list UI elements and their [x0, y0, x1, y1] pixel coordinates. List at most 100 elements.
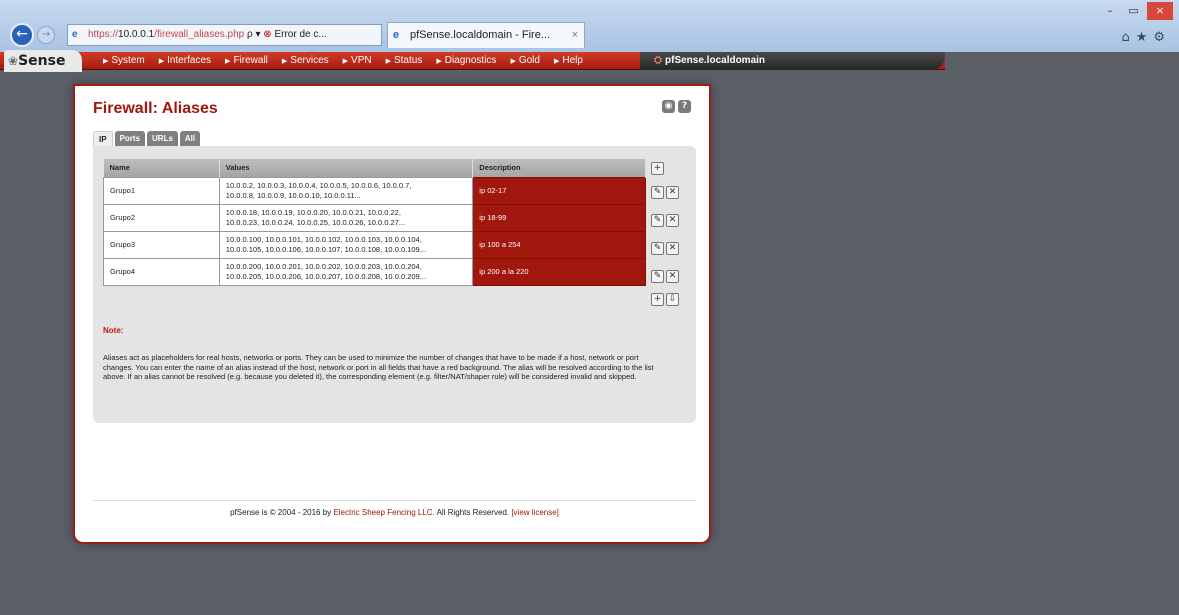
- table-header-row: Name Values Description: [103, 159, 646, 177]
- menu-arrow-icon: ▶: [342, 58, 349, 65]
- edit-icon[interactable]: ✎: [651, 214, 664, 227]
- footer: pfSense is © 2004 - 2016 by Electric She…: [93, 508, 696, 517]
- pfsense-menu: ▶ System ▶ Interfaces ▶ Firewall ▶ Services …: [96, 52, 590, 70]
- pfsense-logo[interactable]: ❀Sense: [4, 50, 82, 72]
- browser-toolbar: ← → e https://10.0.0.1/firewall_aliases.…: [0, 0, 1179, 52]
- alias-values: 10.0.0.18, 10.0.0.19, 10.0.0.20, 10.0.0.…: [218, 203, 474, 232]
- menu-vpn[interactable]: ▶ VPN: [336, 52, 379, 70]
- alias-values: 10.0.0.200, 10.0.0.201, 10.0.0.202, 10.0…: [218, 257, 474, 286]
- delete-icon[interactable]: ✕: [666, 186, 679, 199]
- address-controls[interactable]: ρ ▾: [247, 29, 261, 40]
- row-actions: ✎ ✕: [651, 242, 679, 255]
- table-row[interactable]: Grupo4 10.0.0.200, 10.0.0.201, 10.0.0.20…: [103, 257, 646, 286]
- tab-close-icon[interactable]: ×: [572, 23, 578, 47]
- delete-icon[interactable]: ✕: [666, 242, 679, 255]
- view-license-link[interactable]: [view license]: [511, 508, 559, 517]
- aliases-panel: Name Values Description Grupo1 10.0.0.2,…: [93, 146, 696, 423]
- tab-all[interactable]: All: [179, 131, 201, 146]
- row-actions: ✎ ✕: [651, 186, 679, 199]
- table-row[interactable]: Grupo1 10.0.0.2, 10.0.0.3, 10.0.0.4, 10.…: [103, 176, 646, 205]
- table-row[interactable]: Grupo2 10.0.0.18, 10.0.0.19, 10.0.0.20, …: [103, 203, 646, 232]
- logo-text: Sense: [18, 53, 66, 69]
- menu-status[interactable]: ▶ Status: [379, 52, 430, 70]
- alias-description: ip 100 a 254: [472, 230, 646, 259]
- menu-interfaces[interactable]: ▶ Interfaces: [152, 52, 218, 70]
- tab-ports[interactable]: Ports: [114, 131, 146, 146]
- menu-arrow-icon: ▶: [225, 58, 231, 65]
- add-alias-actions: +: [651, 162, 664, 175]
- row-actions: ✎ ✕: [651, 270, 679, 283]
- alias-name: Grupo4: [103, 257, 220, 286]
- address-bar[interactable]: e https://10.0.0.1/firewall_aliases.php …: [67, 24, 382, 46]
- header-name: Name: [103, 159, 220, 177]
- alias-tabs: IP Ports URLs All: [93, 131, 201, 146]
- edit-icon[interactable]: ✎: [651, 186, 664, 199]
- help-icon[interactable]: ?: [678, 100, 691, 113]
- logo-mark-icon: ❀: [8, 54, 19, 68]
- alias-description: ip 18-99: [472, 203, 646, 232]
- footer-copyright: pfSense is © 2004 - 2016 by: [230, 508, 332, 517]
- minimize-icon[interactable]: –: [1100, 4, 1120, 17]
- header-values: Values: [219, 159, 474, 177]
- close-icon[interactable]: ×: [1147, 2, 1173, 20]
- menu-arrow-icon: ▶: [158, 58, 165, 65]
- hostname: pfSense.localdomain: [665, 55, 766, 66]
- menu-firewall[interactable]: ▶ Firewall: [218, 52, 275, 70]
- delete-icon[interactable]: ✕: [666, 270, 679, 283]
- back-arrow-icon[interactable]: ←: [10, 23, 34, 47]
- alias-name: Grupo1: [103, 176, 220, 205]
- delete-icon[interactable]: ✕: [666, 214, 679, 227]
- header-description: Description: [472, 159, 646, 177]
- add-icon[interactable]: +: [651, 293, 664, 306]
- alias-values: 10.0.0.100, 10.0.0.101, 10.0.0.102, 10.0…: [218, 230, 474, 259]
- hostname-bar: ⛭ pfSense.localdomain: [640, 52, 945, 70]
- log-icon[interactable]: ◉: [662, 100, 675, 113]
- alias-description: ip 200 a la 220: [472, 257, 646, 286]
- import-icon[interactable]: ⇩: [666, 293, 679, 306]
- alias-values: 10.0.0.2, 10.0.0.3, 10.0.0.4, 10.0.0.5, …: [218, 176, 474, 205]
- edit-icon[interactable]: ✎: [651, 270, 664, 283]
- page-title: Firewall: Aliases: [93, 100, 218, 117]
- footer-company-link[interactable]: Electric Sheep Fencing LLC.: [333, 508, 434, 517]
- window-controls: – ▭ ×: [1100, 2, 1173, 20]
- menu-arrow-icon: ▶: [385, 58, 391, 65]
- menu-help[interactable]: ▶ Help: [547, 52, 590, 70]
- forward-arrow-icon[interactable]: →: [37, 26, 55, 44]
- row-actions: ✎ ✕: [651, 214, 679, 227]
- note-text: Aliases act as placeholders for real hos…: [103, 353, 654, 381]
- menu-services[interactable]: ▶ Services: [275, 52, 336, 70]
- url-path: /firewall_aliases.php: [154, 29, 245, 40]
- add-icon[interactable]: +: [651, 162, 664, 175]
- alias-name: Grupo3: [103, 230, 220, 259]
- tab-title: pfSense.localdomain - Fire...: [410, 29, 551, 41]
- menu-arrow-icon: ▶: [553, 58, 560, 65]
- menu-system[interactable]: ▶ System: [96, 52, 152, 70]
- bulk-actions: + ⇩: [651, 293, 679, 306]
- host-icon: ⛭: [654, 55, 662, 66]
- url-scheme: https://: [88, 29, 119, 40]
- content-panel: Firewall: Aliases ◉ ? IP Ports URLs All …: [73, 84, 711, 544]
- tab-urls[interactable]: URLs: [147, 131, 178, 146]
- certificate-error-label[interactable]: Error de c...: [274, 29, 326, 40]
- aliases-table: Name Values Description Grupo1 10.0.0.2,…: [103, 159, 646, 286]
- tab-ip[interactable]: IP: [93, 131, 113, 146]
- maximize-icon[interactable]: ▭: [1124, 4, 1144, 17]
- menu-arrow-icon: ▶: [103, 58, 109, 65]
- menu-arrow-icon: ▶: [510, 58, 516, 65]
- tab-favicon-icon: e: [393, 29, 400, 41]
- certificate-error-icon[interactable]: ⊗: [263, 29, 271, 40]
- menu-diagnostics[interactable]: ▶ Diagnostics: [429, 52, 503, 70]
- footer-divider: [93, 500, 696, 501]
- footer-rights: All Rights Reserved.: [436, 508, 510, 517]
- alias-name: Grupo2: [103, 203, 220, 232]
- home-favorites-settings-icons[interactable]: ⌂★⚙: [1121, 30, 1171, 45]
- table-row[interactable]: Grupo3 10.0.0.100, 10.0.0.101, 10.0.0.10…: [103, 230, 646, 259]
- alias-description: ip 02-17: [472, 176, 646, 205]
- edit-icon[interactable]: ✎: [651, 242, 664, 255]
- note-label: Note:: [103, 326, 124, 335]
- menu-arrow-icon: ▶: [436, 58, 442, 65]
- browser-tab[interactable]: e pfSense.localdomain - Fire... ×: [387, 22, 585, 48]
- ie-icon: e: [72, 29, 78, 40]
- menu-gold[interactable]: ▶ Gold: [503, 52, 547, 70]
- menu-arrow-icon: ▶: [281, 58, 288, 65]
